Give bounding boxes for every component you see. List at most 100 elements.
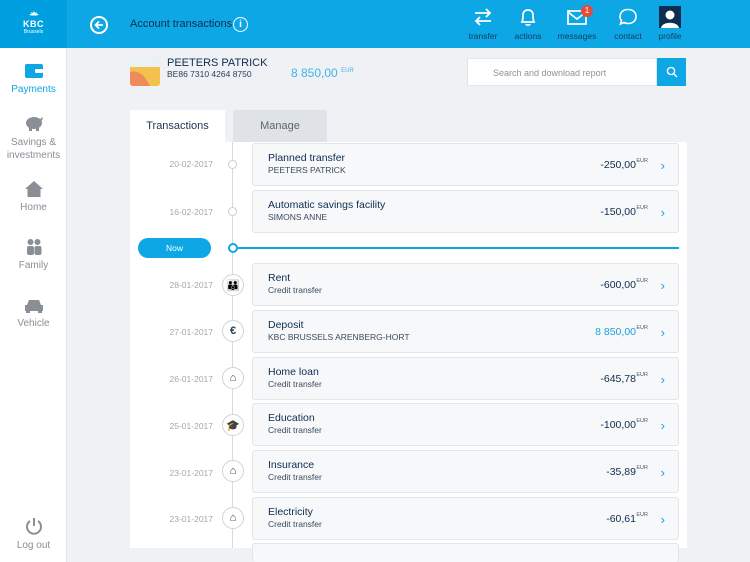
- transaction-title: Education: [268, 412, 315, 424]
- logo-mark-icon: [28, 11, 39, 16]
- contact-label: contact: [614, 31, 642, 41]
- sidebar-item-label: Payments: [11, 84, 56, 95]
- search-input[interactable]: Search and download report: [467, 58, 657, 86]
- transaction-row[interactable]: Rent Credit transfer -600,00 EUR ›: [252, 263, 679, 306]
- sidebar-item-home[interactable]: Home: [0, 180, 67, 213]
- transaction-currency: EUR: [636, 278, 648, 284]
- account-holder: PEETERS PATRICK: [167, 57, 268, 69]
- account-balance: 8 850,00 EUR: [291, 66, 354, 80]
- sidebar-item-label: Family: [18, 260, 49, 271]
- messages-button[interactable]: 1 messages: [554, 5, 600, 41]
- bell-icon: [520, 9, 536, 26]
- transaction-subtitle: Credit transfer: [268, 285, 322, 295]
- now-line: [238, 247, 679, 249]
- logo-text: KBC: [23, 19, 44, 29]
- transaction-currency: EUR: [636, 465, 648, 471]
- account-iban: BE86 7310 4264 8750: [167, 69, 252, 79]
- contact-button[interactable]: contact: [605, 6, 651, 41]
- info-icon[interactable]: i: [233, 17, 248, 32]
- transaction-date: 20-02-2017: [169, 159, 213, 169]
- sidebar-item-vehicle[interactable]: Vehicle: [0, 296, 67, 329]
- arrow-left-icon: [94, 20, 103, 30]
- chevron-right-icon: ›: [660, 418, 665, 433]
- wallet-icon: [24, 64, 43, 78]
- planned-transaction-row[interactable]: Planned transfer PEETERS PATRICK -250,00…: [252, 143, 679, 186]
- timeline-line: [232, 253, 233, 548]
- transaction-subtitle: Credit transfer: [268, 425, 322, 435]
- timeline-dot: [228, 160, 237, 169]
- transaction-amount: -250,00: [600, 159, 636, 171]
- transaction-amount: -100,00: [600, 419, 636, 431]
- chevron-right-icon: ›: [660, 278, 665, 293]
- kbc-logo: KBC Brussels: [0, 0, 67, 48]
- sidebar-item-payments[interactable]: Payments: [0, 62, 67, 95]
- balance-currency: EUR: [341, 68, 354, 74]
- transaction-amount: -600,00: [600, 279, 636, 291]
- sidebar-item-family[interactable]: Family: [0, 238, 67, 271]
- sidebar-item-label: Savings & investments: [6, 137, 61, 161]
- balance-value: 8 850,00: [291, 66, 338, 80]
- transaction-currency: EUR: [636, 158, 648, 164]
- car-icon: [24, 300, 43, 313]
- messages-label: messages: [557, 31, 597, 41]
- transaction-amount: -60,61: [606, 513, 636, 525]
- transaction-row-partial[interactable]: [252, 543, 679, 562]
- back-button[interactable]: [90, 16, 108, 34]
- top-bar: KBC Brussels Account transactions i tran…: [0, 0, 750, 48]
- sidebar: Payments Savings & investments Home Fami…: [0, 48, 67, 562]
- transaction-date: 27-01-2017: [169, 327, 213, 337]
- search-button[interactable]: [657, 58, 686, 86]
- now-button[interactable]: Now: [138, 238, 211, 258]
- transaction-amount: 8 850,00: [595, 326, 636, 338]
- transaction-subtitle: SIMONS ANNE: [268, 212, 328, 222]
- family-icon: 👪: [222, 274, 244, 296]
- sidebar-item-savings[interactable]: Savings & investments: [0, 114, 67, 162]
- tab-manage[interactable]: Manage: [233, 110, 327, 142]
- tab-transactions[interactable]: Transactions: [130, 110, 225, 142]
- transaction-date: 25-01-2017: [169, 421, 213, 431]
- transaction-subtitle: PEETERS PATRICK: [268, 165, 346, 175]
- now-marker: [228, 243, 238, 253]
- transaction-row[interactable]: Deposit KBC BRUSSELS ARENBERG-HORT 8 850…: [252, 310, 679, 353]
- transfer-button[interactable]: transfer: [460, 6, 506, 41]
- power-icon: [25, 518, 42, 535]
- transaction-title: Insurance: [268, 459, 315, 471]
- chevron-right-icon: ›: [660, 372, 665, 387]
- transaction-amount: -35,89: [606, 466, 636, 478]
- transaction-title: Home loan: [268, 366, 319, 378]
- home-icon: ⌂: [222, 507, 244, 529]
- transaction-subtitle: Credit transfer: [268, 379, 322, 389]
- account-thumbnail[interactable]: [130, 58, 160, 86]
- logout-button[interactable]: Log out: [0, 516, 67, 551]
- home-icon: ⌂: [222, 460, 244, 482]
- profile-label: profile: [658, 31, 682, 41]
- sidebar-item-label: Home: [20, 202, 47, 213]
- actions-button[interactable]: actions: [505, 6, 551, 41]
- search-icon: [666, 66, 677, 78]
- transaction-subtitle: KBC BRUSSELS ARENBERG-HORT: [268, 332, 410, 342]
- home-icon: ⌂: [222, 367, 244, 389]
- transaction-row[interactable]: Home loan Credit transfer -645,78 EUR ›: [252, 357, 679, 400]
- timeline-line: [232, 142, 233, 243]
- chat-icon: [619, 8, 637, 26]
- transaction-date: 23-01-2017: [169, 468, 213, 478]
- page-title: Account transactions: [130, 18, 233, 30]
- logo-subtext: Brussels: [23, 29, 44, 35]
- transaction-date: 16-02-2017: [169, 207, 213, 217]
- transaction-date: 26-01-2017: [169, 374, 213, 384]
- timeline-dot: [228, 207, 237, 216]
- transaction-row[interactable]: Electricity Credit transfer -60,61 EUR ›: [252, 497, 679, 540]
- transaction-title: Planned transfer: [268, 152, 346, 164]
- chevron-right-icon: ›: [660, 465, 665, 480]
- chevron-right-icon: ›: [660, 205, 665, 220]
- transaction-currency: EUR: [636, 205, 648, 211]
- transaction-row[interactable]: Education Credit transfer -100,00 EUR ›: [252, 403, 679, 446]
- transaction-date: 28-01-2017: [169, 280, 213, 290]
- planned-transaction-row[interactable]: Automatic savings facility SIMONS ANNE -…: [252, 190, 679, 233]
- transaction-subtitle: Credit transfer: [268, 472, 322, 482]
- transfer-icon: [474, 8, 492, 26]
- profile-button[interactable]: profile: [647, 6, 693, 41]
- transaction-date: 23-01-2017: [169, 514, 213, 524]
- transfer-label: transfer: [468, 31, 498, 41]
- transaction-row[interactable]: Insurance Credit transfer -35,89 EUR ›: [252, 450, 679, 493]
